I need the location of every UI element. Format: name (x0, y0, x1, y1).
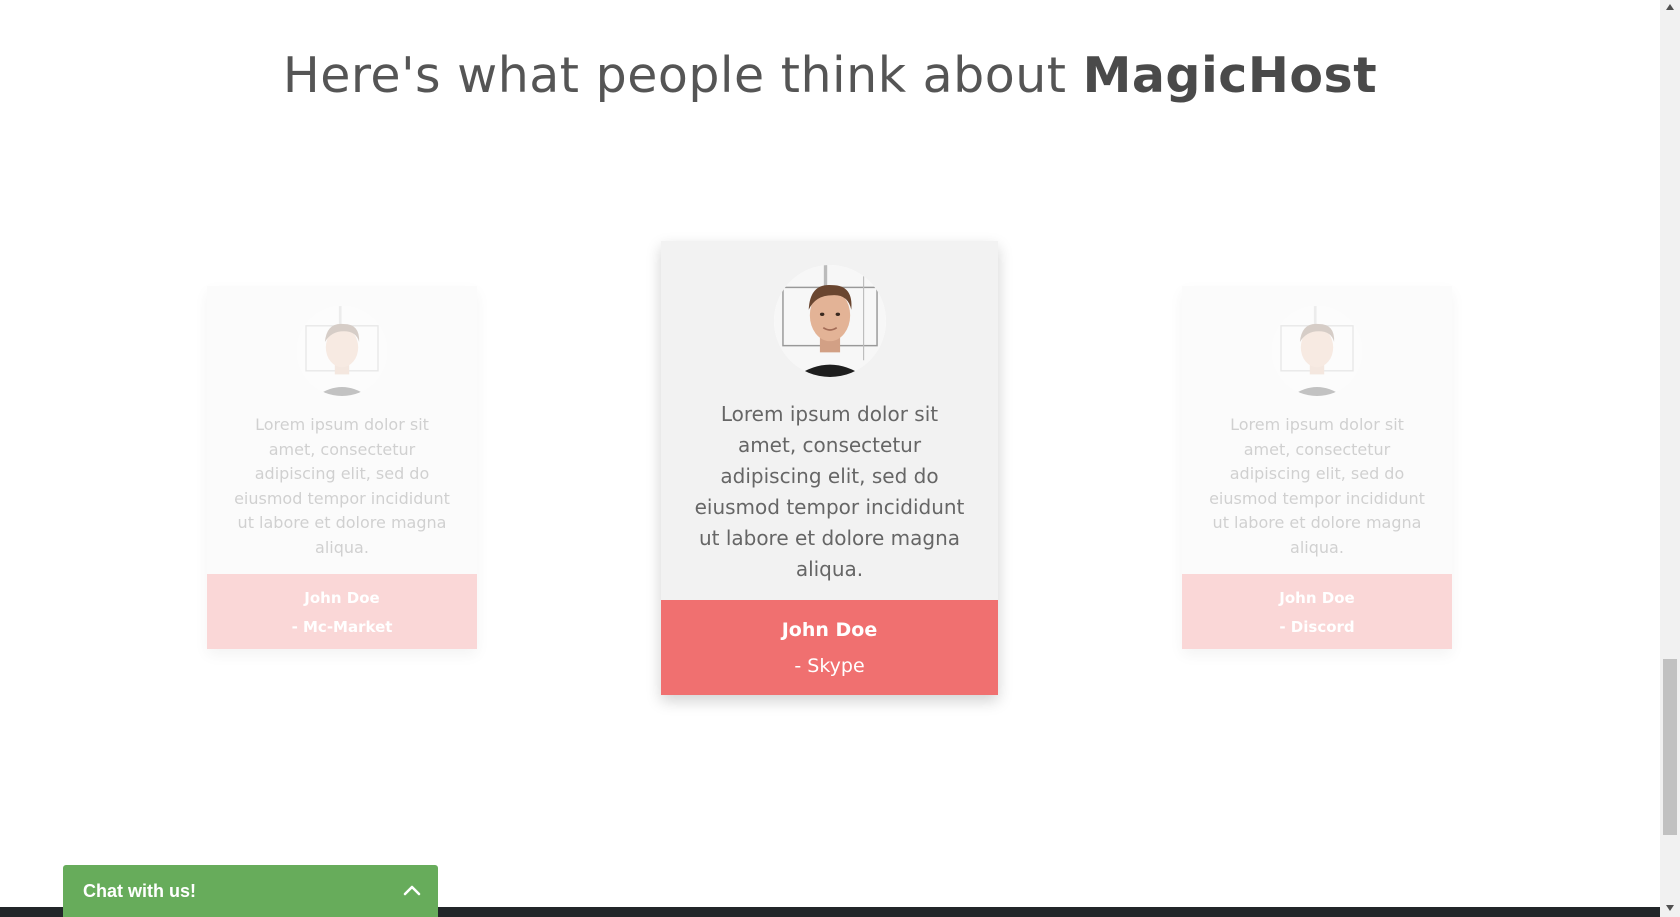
testimonial-footer: John Doe - Discord (1182, 574, 1452, 649)
testimonial-card-center[interactable]: Lorem ipsum dolor sit amet, consectetur … (661, 241, 998, 695)
author-source: - Discord (1279, 618, 1355, 636)
testimonial-card-left[interactable]: Lorem ipsum dolor sit amet, consectetur … (207, 286, 477, 649)
author-name: John Doe (781, 619, 878, 641)
author-source: - Skype (794, 655, 865, 677)
testimonial-quote: Lorem ipsum dolor sit amet, consectetur … (1209, 415, 1425, 557)
testimonial-footer: John Doe - Mc-Market (207, 574, 477, 649)
author-name: John Doe (1279, 589, 1355, 607)
testimonial-card-right[interactable]: Lorem ipsum dolor sit amet, consectetur … (1182, 286, 1452, 649)
vertical-scrollbar[interactable] (1660, 0, 1680, 917)
avatar (773, 265, 886, 377)
testimonials-heading-text: Here's what people think about (282, 46, 1083, 104)
chat-widget-button[interactable]: Chat with us! (63, 865, 438, 917)
testimonial-footer: John Doe - Skype (661, 600, 998, 695)
testimonials-heading: Here's what people think about MagicHost (0, 47, 1660, 104)
testimonial-quote: Lorem ipsum dolor sit amet, consectetur … (234, 415, 450, 557)
scroll-up-arrow-icon[interactable] (1660, 0, 1680, 16)
chevron-up-icon (403, 885, 421, 896)
person-portrait-icon (773, 265, 886, 377)
author-source: - Mc-Market (291, 618, 393, 636)
chat-label: Chat with us! (83, 881, 196, 901)
person-portrait-icon (297, 306, 387, 396)
avatar (297, 306, 387, 396)
brand-name: MagicHost (1082, 46, 1378, 104)
scrollbar-thumb[interactable] (1663, 659, 1677, 835)
author-name: John Doe (304, 589, 380, 607)
testimonial-quote: Lorem ipsum dolor sit amet, consectetur … (694, 402, 965, 581)
page: Here's what people think about MagicHost… (0, 0, 1680, 917)
scroll-down-arrow-icon[interactable] (1660, 901, 1680, 917)
avatar (1272, 306, 1362, 396)
person-portrait-icon (1272, 306, 1362, 396)
